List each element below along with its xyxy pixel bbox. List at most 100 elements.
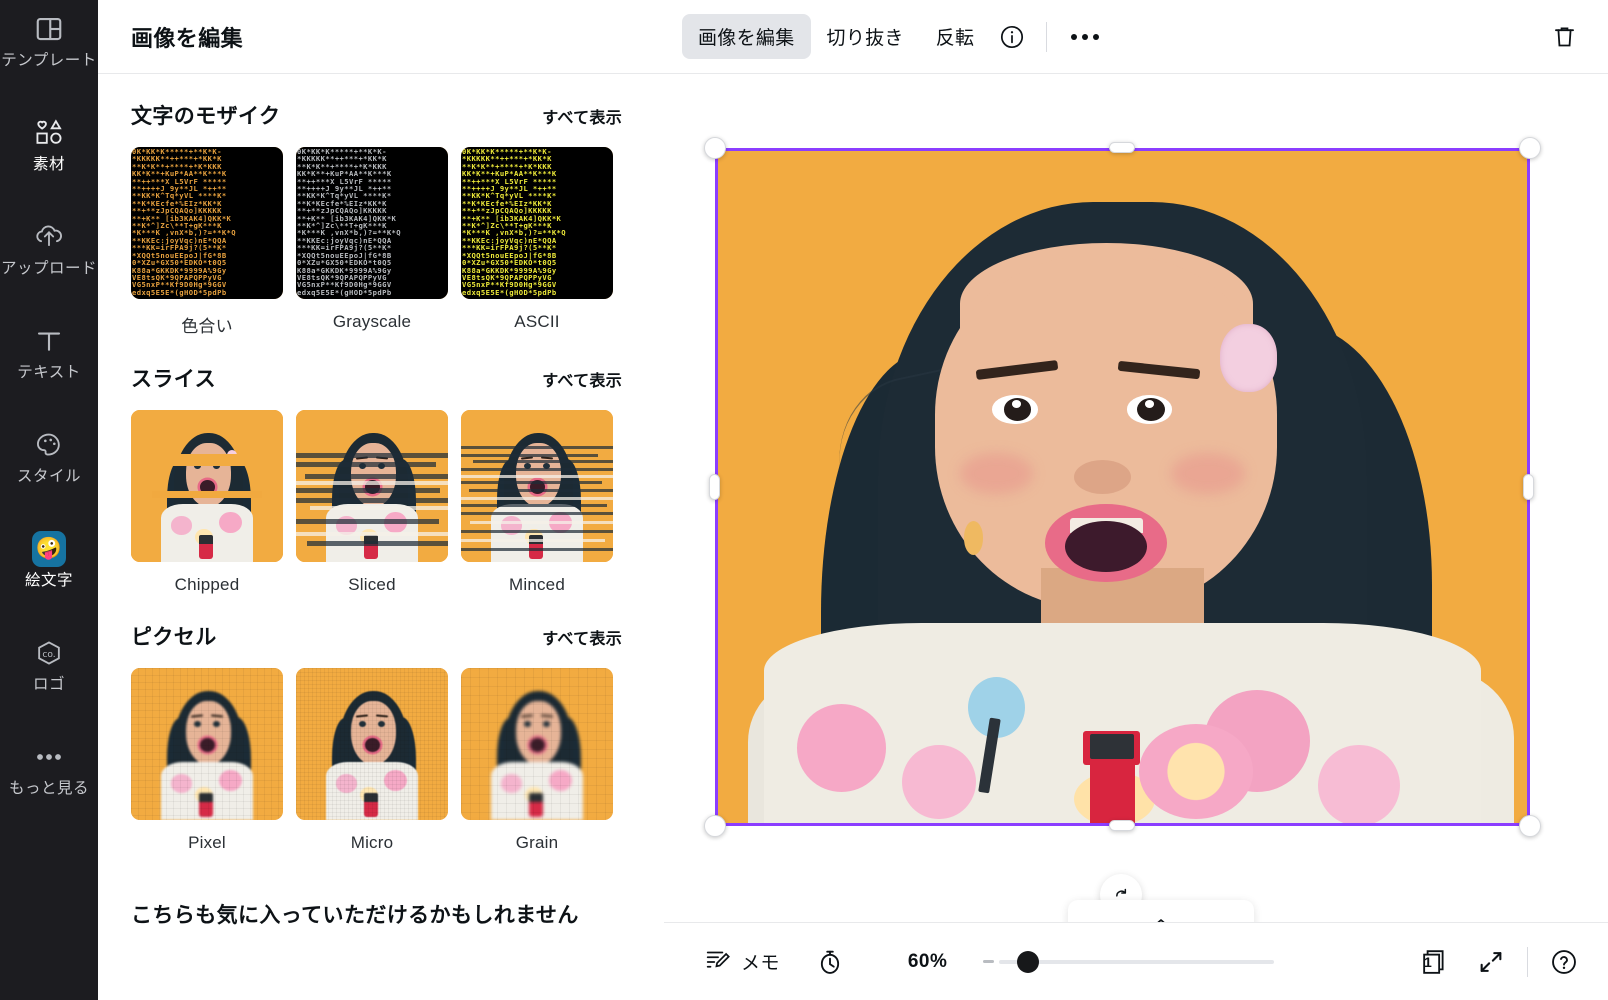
- sidebar-item-more[interactable]: もっと見る: [0, 716, 98, 820]
- sidebar-label-logo: ロゴ: [32, 675, 65, 693]
- recommendation-title: こちらも気に入っていただけるかもしれません: [131, 904, 579, 927]
- edit-image-button[interactable]: 画像を編集: [682, 14, 811, 59]
- pixel-grid-overlay: [461, 668, 613, 820]
- effect-thumbnail: 0K*KK*K*****+**K*K- *KKKKK**++***+*KK*K …: [296, 147, 448, 299]
- section-title: スライス: [131, 368, 216, 391]
- effect-thumbnail: [296, 410, 448, 562]
- effect-label: Grain: [515, 833, 559, 852]
- resize-handle-bottom-center[interactable]: [1109, 820, 1135, 831]
- section-title: 文字のモザイク: [131, 105, 281, 128]
- page-count-label: 1: [1424, 953, 1432, 970]
- sidebar-item-text[interactable]: テキスト: [0, 300, 98, 404]
- section-pixel: ピクセル すべて表示 Pixel Micro Grain: [131, 621, 631, 853]
- sidebar-label-text: テキスト: [17, 363, 81, 381]
- logo-icon: co.: [32, 636, 66, 670]
- trash-icon[interactable]: [1542, 15, 1586, 59]
- effect-card-grayscale[interactable]: 0K*KK*K*****+**K*K- *KKKKK**++***+*KK*K …: [296, 147, 448, 337]
- see-all-link-pixel[interactable]: すべて表示: [542, 625, 622, 649]
- sidebar-item-templates[interactable]: テンプレート: [0, 0, 98, 92]
- svg-text:co.: co.: [42, 650, 55, 660]
- pages-icon[interactable]: 1: [1413, 940, 1457, 984]
- effects-panel: 画像を編集 文字のモザイク すべて表示 0K*KK*K*****+**K*K- …: [98, 0, 664, 1000]
- canvas-area[interactable]: [664, 74, 1608, 922]
- see-all-link-slice[interactable]: すべて表示: [542, 367, 622, 391]
- effect-card-chipped[interactable]: Chipped: [131, 410, 283, 595]
- portrait-preview: [461, 410, 613, 562]
- app-root: テンプレート 素材 アップロード テキスト スタイル 🤪 絵文字 co. ロゴ …: [0, 0, 1608, 1000]
- styles-icon: [32, 428, 66, 462]
- resize-handle-bottom-right[interactable]: [1519, 815, 1541, 837]
- help-icon[interactable]: [1542, 940, 1586, 984]
- ascii-art-ascii: 0K*KK*K*****+**K*K- *KKKKK**++***+*KK*K …: [461, 147, 613, 299]
- fullscreen-icon[interactable]: [1469, 940, 1513, 984]
- template-icon: [32, 12, 66, 46]
- info-icon[interactable]: [990, 15, 1034, 59]
- effect-card-sliced[interactable]: Sliced: [296, 410, 448, 595]
- effect-card-micro[interactable]: Micro: [296, 668, 448, 853]
- top-toolbar: 画像を編集 切り抜き 反転: [664, 0, 1608, 74]
- page-title: 画像を編集: [131, 25, 244, 51]
- emoji-tile: 🤪: [32, 530, 66, 567]
- effect-card-ascii[interactable]: 0K*KK*K*****+**K*K- *KKKKK**++***+*KK*K …: [461, 147, 613, 337]
- effect-card-grain[interactable]: Grain: [461, 668, 613, 853]
- sidebar-item-uploads[interactable]: アップロード: [0, 196, 98, 300]
- notes-button[interactable]: メモ: [694, 939, 790, 984]
- effect-thumbnail: 0K*KK*K*****+**K*K- *KKKKK**++***+*KK*K …: [131, 147, 283, 299]
- left-rail: テンプレート 素材 アップロード テキスト スタイル 🤪 絵文字 co. ロゴ …: [0, 0, 98, 1000]
- pixel-grid-overlay: [131, 668, 283, 820]
- resize-handle-top-center[interactable]: [1109, 142, 1135, 153]
- resize-handle-top-right[interactable]: [1519, 137, 1541, 159]
- effect-label: Minced: [508, 575, 565, 594]
- sidebar-label-elements: 素材: [32, 155, 65, 173]
- section-header: スライス すべて表示: [131, 363, 631, 393]
- elements-icon: [32, 116, 66, 150]
- effect-thumbnail: 0K*KK*K*****+**K*K- *KKKKK**++***+*KK*K …: [461, 147, 613, 299]
- effect-label: ASCII: [514, 312, 560, 331]
- panel-body: 文字のモザイク すべて表示 0K*KK*K*****+**K*K- *KKKKK…: [98, 100, 664, 929]
- section-slice: スライス すべて表示 Chipped Sliced Minced: [131, 363, 631, 595]
- see-all-link-mosaic[interactable]: すべて表示: [542, 104, 622, 128]
- zoom-out-icon[interactable]: [983, 960, 995, 963]
- thumbnail-grid-slice: Chipped Sliced Minced: [131, 410, 631, 595]
- editor-main: 画像を編集 切り抜き 反転 メモ 60% 1: [664, 0, 1608, 1000]
- zoom-level-label[interactable]: 60%: [908, 951, 948, 973]
- toolbar-divider: [1046, 21, 1048, 52]
- resize-handle-bottom-left[interactable]: [704, 815, 726, 837]
- effect-thumbnail: [131, 668, 283, 820]
- effect-label: Grayscale: [332, 312, 412, 331]
- notes-edit-icon: [704, 946, 730, 977]
- bottom-bar: メモ 60% 1: [664, 922, 1608, 1000]
- crop-button[interactable]: 切り抜き: [811, 14, 920, 59]
- portrait-preview: [296, 410, 448, 562]
- resize-handle-right-middle[interactable]: [1523, 474, 1534, 500]
- sidebar-item-logo[interactable]: co. ロゴ: [0, 612, 98, 716]
- timer-icon[interactable]: [808, 940, 852, 984]
- zoom-slider-track: [999, 959, 1275, 964]
- pixel-grid-overlay: [296, 668, 448, 820]
- ascii-art-tint: 0K*KK*K*****+**K*K- *KKKKK**++***+*KK*K …: [131, 147, 283, 299]
- sidebar-label-uploads: アップロード: [0, 259, 97, 277]
- thumbnail-grid-mosaic: 0K*KK*K*****+**K*K- *KKKKK**++***+*KK*K …: [131, 147, 631, 337]
- resize-handle-left-middle[interactable]: [709, 474, 720, 500]
- sidebar-item-emoji[interactable]: 🤪 絵文字: [0, 508, 98, 612]
- flip-button[interactable]: 反転: [920, 14, 991, 59]
- sidebar-item-styles[interactable]: スタイル: [0, 404, 98, 508]
- section-title: ピクセル: [131, 626, 217, 649]
- canvas-image[interactable]: [715, 148, 1530, 826]
- thumbnail-grid-pixel: Pixel Micro Grain: [131, 668, 631, 853]
- section-header: 文字のモザイク すべて表示: [131, 100, 631, 130]
- section-header: ピクセル すべて表示: [131, 621, 631, 651]
- effect-card-pixel[interactable]: Pixel: [131, 668, 283, 853]
- effect-label: Micro: [350, 833, 394, 852]
- effect-thumbnail: [461, 668, 613, 820]
- canvas-collapse-bar[interactable]: [1068, 900, 1254, 922]
- sidebar-item-elements[interactable]: 素材: [0, 92, 98, 196]
- resize-handle-top-left[interactable]: [704, 137, 726, 159]
- effect-card-minced[interactable]: Minced: [461, 410, 613, 595]
- section-text-mosaic: 文字のモザイク すべて表示 0K*KK*K*****+**K*K- *KKKKK…: [131, 100, 631, 337]
- effect-thumbnail: [296, 668, 448, 820]
- effect-card-tint[interactable]: 0K*KK*K*****+**K*K- *KKKKK**++***+*KK*K …: [131, 147, 283, 337]
- more-options-icon[interactable]: [1059, 16, 1111, 58]
- effect-label: Chipped: [174, 575, 240, 594]
- zoom-slider-knob[interactable]: [1017, 950, 1040, 973]
